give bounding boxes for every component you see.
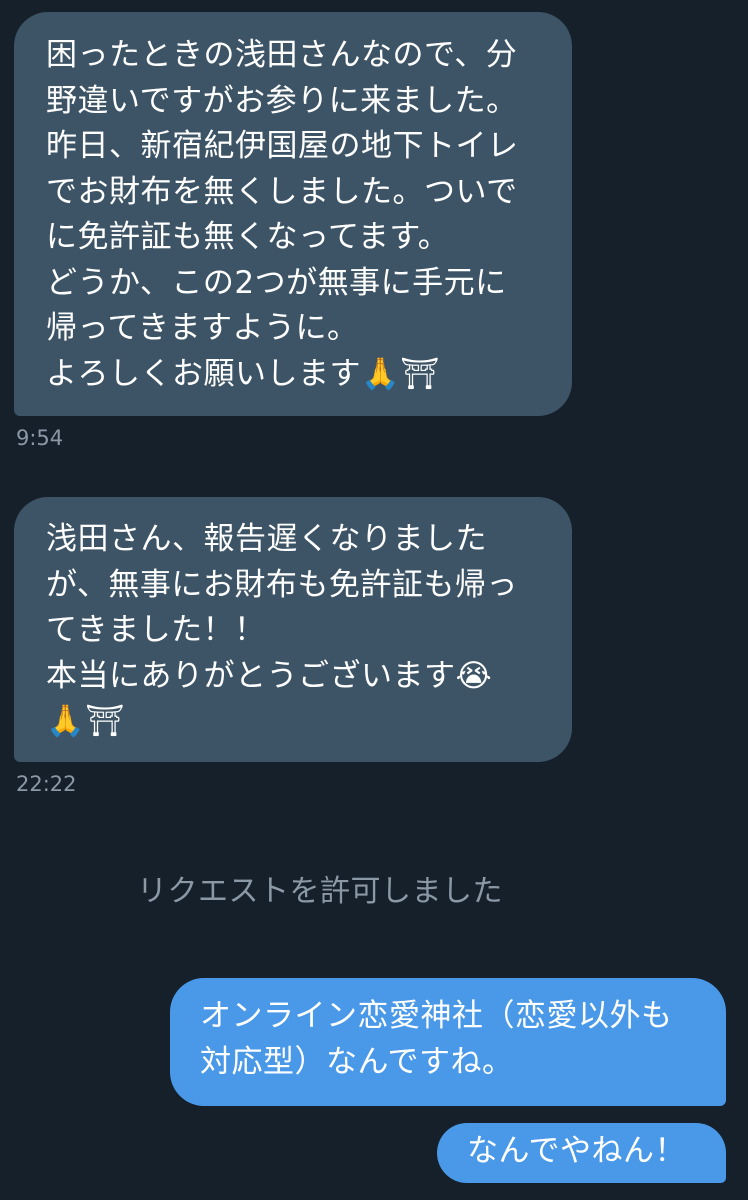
sent-message-bubble[interactable]: なんでやねん！ [437,1123,726,1183]
message-timestamp: 9:54 [16,426,64,450]
received-message-bubble[interactable]: 困ったときの浅田さんなので、分 野違いですがお参りに来ました。 昨日、新宿紀伊国… [14,12,572,416]
received-message-bubble[interactable]: 浅田さん、報告遅くなりました が、無事にお財布も免許証も帰っ てきました！！ 本… [14,497,572,762]
sent-message-bubble[interactable]: オンライン恋愛神社（恋愛以外も 対応型）なんですね。 [170,978,726,1106]
message-timestamp: 22:22 [16,772,77,796]
request-accepted-notice: リクエストを許可しました [137,874,503,909]
